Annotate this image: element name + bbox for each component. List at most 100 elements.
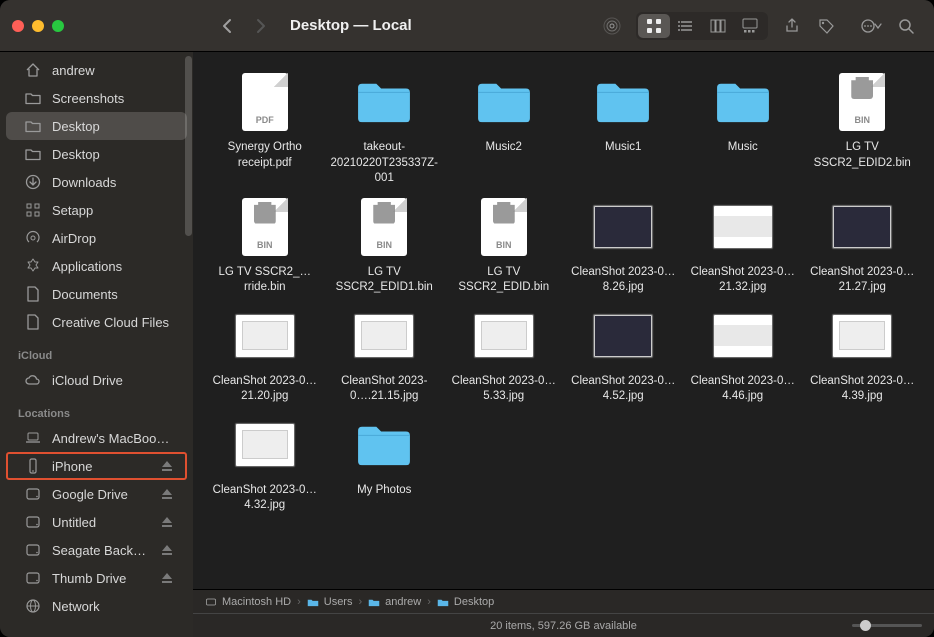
sidebar-item-label: Creative Cloud Files (52, 315, 175, 330)
view-columns-button[interactable] (702, 14, 734, 38)
traffic-lights (12, 20, 64, 32)
sidebar-item[interactable]: Desktop (6, 140, 187, 168)
sidebar-item[interactable]: Downloads (6, 168, 187, 196)
folder-blue-icon (307, 596, 319, 608)
file-item[interactable]: CleanShot 2023-0….21.15.jpg (327, 304, 443, 405)
file-item[interactable]: BINLG TV SSCR2_EDID2.bin (805, 70, 921, 187)
item-thumbnail (830, 195, 894, 259)
download-icon (24, 173, 42, 191)
path-label: Users (324, 596, 353, 608)
view-list-button[interactable] (670, 14, 702, 38)
close-button[interactable] (12, 20, 24, 32)
item-thumbnail (591, 304, 655, 368)
eject-icon[interactable] (161, 516, 175, 528)
sidebar-item[interactable]: Thumb Drive (6, 564, 187, 592)
item-thumbnail (711, 304, 775, 368)
item-label: CleanShot 2023-0…5.33.jpg (449, 374, 559, 405)
document-icon: PDF (242, 73, 288, 131)
path-label: Desktop (454, 596, 494, 608)
eject-icon[interactable] (161, 488, 175, 500)
item-label: LG TV SSCR2_EDID.bin (449, 265, 559, 296)
sidebar-item[interactable]: Creative Cloud Files (6, 308, 187, 336)
sidebar-item[interactable]: Desktop (6, 112, 187, 140)
sidebar-item[interactable]: iPhone (6, 452, 187, 480)
item-thumbnail (830, 304, 894, 368)
forward-button[interactable] (246, 12, 274, 40)
item-thumbnail (233, 304, 297, 368)
file-item[interactable]: PDF Synergy Ortho receipt.pdf (207, 70, 323, 187)
minimize-button[interactable] (32, 20, 44, 32)
eject-icon[interactable] (161, 572, 175, 584)
sidebar-item-label: andrew (52, 63, 175, 78)
file-item[interactable]: CleanShot 2023-0…5.33.jpg (446, 304, 562, 405)
path-segment[interactable]: Macintosh HD (205, 596, 291, 608)
sidebar-item-label: AirDrop (52, 231, 175, 246)
file-item[interactable]: Music1 (566, 70, 682, 187)
file-item[interactable]: CleanShot 2023-0…4.46.jpg (685, 304, 801, 405)
file-item[interactable]: CleanShot 2023-0…4.32.jpg (207, 413, 323, 514)
sidebar-item[interactable]: Screenshots (6, 84, 187, 112)
sidebar-item[interactable]: AirDrop (6, 224, 187, 252)
item-thumbnail (711, 70, 775, 134)
grid-icon (24, 201, 42, 219)
path-segment[interactable]: andrew (368, 596, 421, 608)
view-icons-button[interactable] (638, 14, 670, 38)
sidebar-scrollbar[interactable] (185, 56, 192, 236)
file-item[interactable]: Music2 (446, 70, 562, 187)
sidebar-item-label: Seagate Backu… (52, 543, 151, 558)
item-thumbnail: BIN (830, 70, 894, 134)
eject-icon[interactable] (161, 460, 175, 472)
folder-icon (24, 145, 42, 163)
sidebar-item[interactable]: Google Drive (6, 480, 187, 508)
zoom-slider[interactable] (852, 624, 922, 627)
item-label: CleanShot 2023-0…8.26.jpg (568, 265, 678, 296)
sidebar-item[interactable]: Untitled (6, 508, 187, 536)
item-label: CleanShot 2023-0….21.15.jpg (329, 374, 439, 405)
sidebar[interactable]: andrewScreenshotsDesktopDesktopDownloads… (0, 52, 193, 637)
file-grid[interactable]: PDF Synergy Ortho receipt.pdftakeout-2021… (193, 52, 934, 589)
file-item[interactable]: CleanShot 2023-0…21.32.jpg (685, 195, 801, 296)
sidebar-item[interactable]: Andrew's MacBoo… (6, 424, 187, 452)
globe-icon (24, 597, 42, 615)
view-gallery-button[interactable] (734, 14, 766, 38)
chevron-right-icon: › (427, 596, 431, 608)
sidebar-item[interactable]: andrew (6, 56, 187, 84)
disk-icon (205, 596, 217, 608)
eject-icon[interactable] (161, 544, 175, 556)
path-label: andrew (385, 596, 421, 608)
sidebar-item[interactable]: Applications (6, 252, 187, 280)
file-item[interactable]: CleanShot 2023-0…4.39.jpg (805, 304, 921, 405)
tags-button[interactable] (810, 14, 842, 38)
item-label: CleanShot 2023-0…4.52.jpg (568, 374, 678, 405)
airdrop-icon[interactable] (596, 14, 628, 38)
sidebar-item[interactable]: Documents (6, 280, 187, 308)
disk-icon (24, 485, 42, 503)
sidebar-item[interactable]: iCloud Drive (6, 366, 187, 394)
file-item[interactable]: CleanShot 2023-0…21.27.jpg (805, 195, 921, 296)
file-item[interactable]: CleanShot 2023-0…8.26.jpg (566, 195, 682, 296)
file-item[interactable]: CleanShot 2023-0…21.20.jpg (207, 304, 323, 405)
search-button[interactable] (890, 14, 922, 38)
share-button[interactable] (776, 14, 808, 38)
file-item[interactable]: CleanShot 2023-0…4.52.jpg (566, 304, 682, 405)
sidebar-item[interactable]: Seagate Backu… (6, 536, 187, 564)
document-icon: BIN (242, 198, 288, 256)
sidebar-item[interactable]: Setapp (6, 196, 187, 224)
cloud-icon (24, 371, 42, 389)
path-segment[interactable]: Users (307, 596, 353, 608)
zoom-button[interactable] (52, 20, 64, 32)
image-thumbnail (593, 314, 653, 358)
item-label: Synergy Ortho receipt.pdf (210, 140, 320, 171)
path-segment[interactable]: Desktop (437, 596, 494, 608)
sidebar-item-label: Google Drive (52, 487, 151, 502)
file-item[interactable]: BINLG TV SSCR2_EDID.bin (446, 195, 562, 296)
file-item[interactable]: My Photos (327, 413, 443, 514)
file-item[interactable]: BINLG TV SSCR2_EDID1.bin (327, 195, 443, 296)
item-thumbnail (591, 70, 655, 134)
sidebar-item[interactable]: Network (6, 592, 187, 620)
file-item[interactable]: BINLG TV SSCR2_…rride.bin (207, 195, 323, 296)
file-item[interactable]: Music (685, 70, 801, 187)
action-menu-button[interactable] (856, 14, 888, 38)
back-button[interactable] (214, 12, 242, 40)
file-item[interactable]: takeout-20210220T235337Z-001 (327, 70, 443, 187)
